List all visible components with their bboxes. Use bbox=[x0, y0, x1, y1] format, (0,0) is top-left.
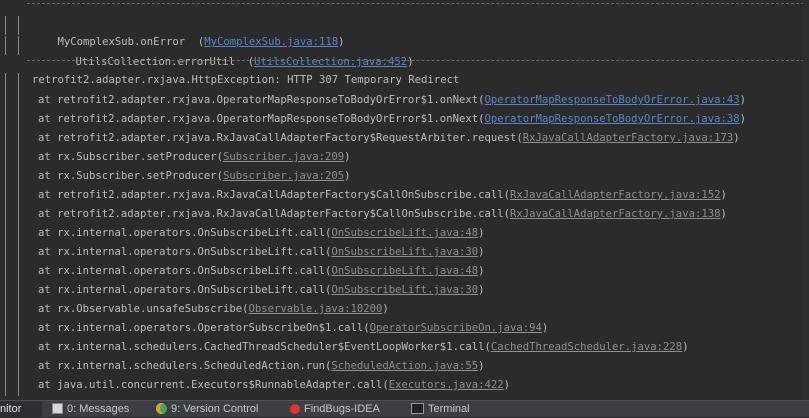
source-link[interactable]: Executors.java:422 bbox=[389, 379, 504, 391]
log-gutter bbox=[3, 0, 21, 400]
tab-terminal[interactable]: Terminal bbox=[411, 401, 470, 417]
gutter-bar bbox=[5, 244, 6, 263]
stack-frame: at rx.internal.operators.OperatorSubscri… bbox=[38, 322, 549, 334]
findbugs-icon bbox=[290, 404, 300, 414]
source-link[interactable]: Observable.java:10200 bbox=[248, 303, 382, 315]
log-line: UtilsCollection.errorUtil (UtilsCollecti… bbox=[75, 56, 414, 68]
tab-messages[interactable]: 0: Messages bbox=[52, 401, 129, 417]
source-link[interactable]: OnSubscribeLift.java:48 bbox=[331, 265, 478, 277]
stack-frame: at rx.internal.schedulers.CachedThreadSc… bbox=[38, 341, 689, 353]
separator-rule bbox=[27, 60, 809, 61]
stack-frame: at retrofit2.adapter.rxjava.OperatorMapR… bbox=[38, 113, 746, 125]
gutter-bar bbox=[18, 36, 19, 55]
gutter-bar bbox=[5, 36, 6, 55]
gutter-bar bbox=[18, 358, 19, 377]
gutter-bar bbox=[18, 225, 19, 244]
stack-frame: at rx.Subscriber.setProducer(Subscriber.… bbox=[38, 170, 351, 182]
gutter-bar bbox=[5, 92, 6, 111]
gutter-bar bbox=[5, 301, 6, 320]
gutter-bar bbox=[5, 168, 6, 187]
source-link[interactable]: OperatorMapResponseToBodyOrError.java:38 bbox=[484, 113, 739, 125]
source-link[interactable]: OnSubscribeLift.java:30 bbox=[331, 246, 478, 258]
gutter-bar bbox=[18, 187, 19, 206]
gutter-bar bbox=[18, 282, 19, 301]
gutter-bar bbox=[5, 149, 6, 168]
gutter-bar bbox=[5, 358, 6, 377]
gutter-bar bbox=[18, 130, 19, 149]
stack-frame: at retrofit2.adapter.rxjava.RxJavaCallAd… bbox=[38, 208, 727, 220]
tab-findbugs[interactable]: FindBugs-IDEA bbox=[290, 401, 380, 417]
gutter-bar bbox=[5, 225, 6, 244]
gutter-bar bbox=[18, 263, 19, 282]
gutter-bar bbox=[18, 111, 19, 130]
gutter-bar bbox=[5, 206, 6, 225]
stack-frame: at retrofit2.adapter.rxjava.RxJavaCallAd… bbox=[38, 189, 727, 201]
source-link[interactable]: RxJavaCallAdapterFactory.java:173 bbox=[523, 132, 733, 144]
stack-frame: at retrofit2.adapter.rxjava.RxJavaCallAd… bbox=[38, 132, 740, 144]
gutter-bar bbox=[5, 320, 6, 339]
gutter-bar bbox=[18, 244, 19, 263]
gutter-bar bbox=[18, 320, 19, 339]
gutter-bar bbox=[5, 187, 6, 206]
gutter-bar bbox=[18, 168, 19, 187]
gutter-bar bbox=[5, 73, 6, 92]
tab-version-control[interactable]: 9: Version Control bbox=[156, 401, 258, 417]
source-link[interactable]: RxJavaCallAdapterFactory.java:152 bbox=[510, 189, 720, 201]
gutter-bar bbox=[18, 301, 19, 320]
source-link[interactable]: RxJavaCallAdapterFactory.java:138 bbox=[510, 208, 720, 220]
gutter-bar bbox=[5, 377, 6, 396]
source-link[interactable]: OperatorSubscribeOn.java:94 bbox=[370, 322, 542, 334]
source-link[interactable]: ScheduledAction.java:55 bbox=[331, 360, 478, 372]
gutter-bar bbox=[18, 149, 19, 168]
gutter-bar bbox=[18, 377, 19, 396]
gutter-bar bbox=[18, 73, 19, 92]
gutter-bar bbox=[5, 16, 6, 35]
stack-frame: at rx.internal.operators.OnSubscribeLift… bbox=[38, 284, 485, 296]
separator-rule bbox=[27, 3, 809, 4]
stack-frame: at rx.internal.schedulers.ScheduledActio… bbox=[38, 360, 485, 372]
source-link[interactable]: OnSubscribeLift.java:48 bbox=[331, 227, 478, 239]
console-scrollbar[interactable] bbox=[803, 0, 809, 400]
messages-icon bbox=[52, 403, 63, 414]
console-output: MyComplexSub.onError (MyComplexSub.java:… bbox=[0, 0, 809, 400]
source-link[interactable]: OperatorMapResponseToBodyOrError.java:43 bbox=[484, 94, 739, 106]
stack-frame: at java.util.concurrent.Executors$Runnab… bbox=[38, 379, 510, 391]
stack-frame: at rx.internal.operators.OnSubscribeLift… bbox=[38, 246, 485, 258]
source-link[interactable]: OnSubscribeLift.java:30 bbox=[331, 284, 478, 296]
tab-monitor[interactable]: nitor bbox=[0, 401, 42, 417]
gutter-bar bbox=[18, 339, 19, 358]
stack-frame: at rx.internal.operators.OnSubscribeLift… bbox=[38, 227, 485, 239]
gutter-bar bbox=[18, 16, 19, 35]
source-link[interactable]: Subscriber.java:205 bbox=[223, 170, 344, 182]
gutter-bar bbox=[5, 111, 6, 130]
gutter-bar bbox=[18, 206, 19, 225]
tool-window-bar: nitor 0: Messages 9: Version Control Fin… bbox=[0, 400, 809, 417]
gutter-bar bbox=[5, 130, 6, 149]
exception-line: retrofit2.adapter.rxjava.HttpException: … bbox=[32, 74, 460, 86]
stack-frame: at retrofit2.adapter.rxjava.OperatorMapR… bbox=[38, 94, 746, 106]
stack-frame: at rx.Subscriber.setProducer(Subscriber.… bbox=[38, 151, 351, 163]
source-link[interactable]: CachedThreadScheduler.java:228 bbox=[491, 341, 682, 353]
terminal-icon bbox=[411, 403, 424, 414]
gutter-bar bbox=[5, 282, 6, 301]
version-control-icon bbox=[156, 403, 167, 414]
gutter-bar bbox=[18, 92, 19, 111]
source-link[interactable]: Subscriber.java:209 bbox=[223, 151, 344, 163]
stack-frame: at rx.Observable.unsafeSubscribe(Observa… bbox=[38, 303, 389, 315]
gutter-bar bbox=[5, 339, 6, 358]
source-link[interactable]: UtilsCollection.java:452 bbox=[254, 56, 407, 68]
gutter-bar bbox=[5, 263, 6, 282]
stack-frame: at rx.internal.operators.OnSubscribeLift… bbox=[38, 265, 485, 277]
log-line: MyComplexSub.onError (MyComplexSub.java:… bbox=[57, 36, 345, 48]
